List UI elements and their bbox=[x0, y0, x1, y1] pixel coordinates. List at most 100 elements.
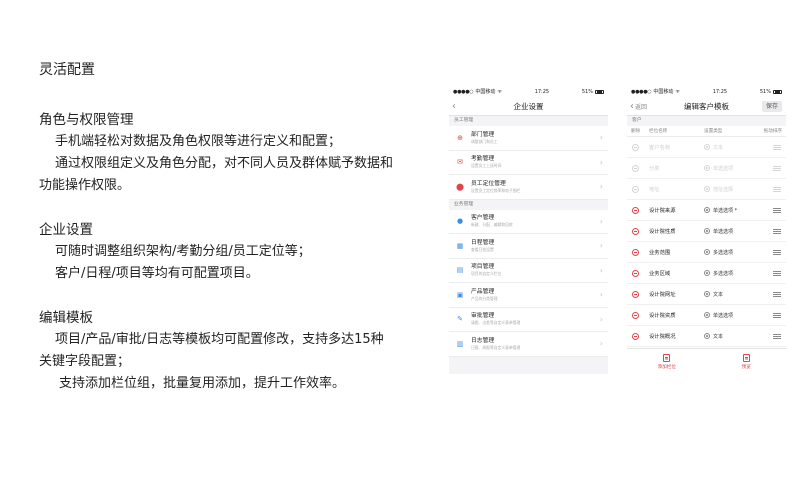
settings-row[interactable]: ✎ 审批管理 请假、出差等自定义表单管理 › bbox=[449, 307, 608, 332]
row-subtitle: 日报、周报等自定义表单管理 bbox=[471, 344, 521, 350]
col-type: 设置类型 bbox=[704, 129, 723, 134]
gear-icon bbox=[704, 270, 710, 276]
battery-label: 51% bbox=[759, 88, 771, 95]
field-type-setting[interactable]: 多选选项 bbox=[704, 249, 762, 256]
minus-circle-icon bbox=[632, 248, 639, 256]
section-heading: 企业设置 bbox=[39, 222, 93, 238]
settings-row[interactable]: ⊕ 部门管理 调整部门和员工 › bbox=[449, 126, 608, 151]
gear-icon bbox=[704, 228, 710, 234]
drag-handle-icon[interactable] bbox=[773, 312, 781, 318]
row-title: 日志管理 bbox=[471, 337, 495, 344]
row-subtitle: 新建、分配、编辑和回款 bbox=[471, 222, 513, 228]
wifi-icon: ᯤ bbox=[675, 88, 680, 95]
gear-icon bbox=[704, 144, 710, 150]
nav-bar: ‹ 返回 编辑客户模板 保存 bbox=[627, 97, 786, 116]
row-subtitle: 调整部门和员工 bbox=[471, 138, 498, 144]
bottom-toolbar: 添加栏位 预览 bbox=[627, 348, 786, 374]
delete-field-button[interactable] bbox=[627, 248, 649, 256]
group-header: 客户 bbox=[627, 116, 786, 126]
delete-field-button[interactable] bbox=[627, 227, 649, 235]
field-name: 客户名称 bbox=[649, 145, 671, 151]
field-name: 设计院概况 bbox=[649, 334, 676, 340]
field-name: 分类 bbox=[649, 166, 660, 172]
signal-icon: ●●●●○ bbox=[453, 88, 474, 95]
settings-row[interactable]: ▣ 产品管理 产品的分类管理 › bbox=[449, 283, 608, 308]
field-name: 设计院性质 bbox=[649, 229, 676, 235]
drag-handle-icon[interactable] bbox=[773, 291, 781, 297]
drag-handle-icon[interactable] bbox=[773, 249, 781, 255]
delete-field-button[interactable] bbox=[627, 311, 649, 319]
section-roles: 角色与权限管理 手机端轻松对数据及角色权限等进行定义和配置； 通过权限组定义及角… bbox=[39, 109, 429, 197]
delete-field-button[interactable] bbox=[627, 269, 649, 277]
field-type-setting[interactable]: 文本 bbox=[704, 333, 762, 340]
chevron-left-icon: ‹ bbox=[452, 100, 456, 112]
row-subtitle: 项目的自定义栏位 bbox=[471, 271, 502, 277]
section-heading: 角色与权限管理 bbox=[39, 112, 134, 128]
drag-handle-icon[interactable] bbox=[773, 333, 781, 339]
col-name: 栏位名称 bbox=[649, 129, 668, 134]
preview-button[interactable]: 预览 bbox=[707, 349, 787, 374]
row-title: 员工定位管理 bbox=[471, 180, 506, 187]
delete-field-button[interactable] bbox=[627, 290, 649, 298]
field-name: 设计院网址 bbox=[649, 292, 676, 298]
settings-row[interactable]: ● 客户管理 新建、分配、编辑和回款 › bbox=[449, 209, 608, 234]
battery-label: 51% bbox=[581, 88, 593, 95]
section-line: 功能操作权限。 bbox=[39, 178, 131, 193]
field-type-setting[interactable]: 多选选项 bbox=[704, 270, 762, 277]
field-row: 业务区域 多选选项 bbox=[627, 263, 786, 284]
save-button[interactable]: 保存 bbox=[761, 101, 782, 112]
delete-field-button[interactable] bbox=[627, 332, 649, 340]
delete-field-button[interactable] bbox=[627, 206, 649, 214]
delete-field-button bbox=[627, 164, 649, 172]
settings-row[interactable]: ▦ 日程管理 查看日程设置 › bbox=[449, 234, 608, 259]
drag-handle-icon bbox=[773, 165, 781, 171]
add-field-button[interactable]: 添加栏位 bbox=[627, 349, 707, 374]
drag-handle-icon[interactable] bbox=[773, 270, 781, 276]
field-type-setting[interactable]: 文本 bbox=[704, 291, 762, 298]
drag-handle-icon[interactable] bbox=[773, 207, 781, 213]
drag-handle-icon bbox=[773, 186, 781, 192]
field-name: 地址 bbox=[649, 187, 660, 193]
section-line: 通过权限组定义及角色分配，对不同人员及群体赋予数据和 bbox=[55, 156, 394, 171]
section-enterprise: 企业设置 可随时调整组织架构/考勤分组/员工定位等； 客户/日程/项目等均有可配… bbox=[39, 219, 429, 285]
delete-field-button bbox=[627, 143, 649, 151]
org-icon: ⊕ bbox=[457, 133, 463, 142]
field-type-label: 单选选项 bbox=[713, 165, 734, 172]
minus-circle-icon bbox=[632, 227, 639, 235]
field-list: 客户名称 文本 分类 单选选项 地址 地址选择 设计院来源 单选选项 * 设计院性质 单选选项 业务… bbox=[627, 137, 786, 347]
field-type-label: 文本 bbox=[713, 333, 724, 340]
tab-label: 添加栏位 bbox=[657, 364, 676, 370]
section-heading: 编辑模板 bbox=[39, 310, 93, 326]
chevron-right-icon: › bbox=[599, 182, 603, 192]
section-line: 可随时调整组织架构/考勤分组/员工定位等； bbox=[55, 244, 311, 259]
box-icon: ▣ bbox=[456, 290, 464, 299]
nav-bar: ‹ 企业设置 bbox=[449, 97, 608, 116]
field-type-setting[interactable]: 单选选项 bbox=[704, 312, 762, 319]
row-title: 审批管理 bbox=[471, 313, 495, 320]
field-type-setting[interactable]: 单选选项 bbox=[704, 228, 762, 235]
field-row: 设计院性质 单选选项 bbox=[627, 221, 786, 242]
minus-circle-icon bbox=[632, 311, 639, 319]
gear-icon bbox=[704, 291, 710, 297]
settings-row[interactable]: ▥ 日志管理 日报、周报等自定义表单管理 › bbox=[449, 332, 608, 357]
chevron-left-icon: ‹ bbox=[630, 100, 634, 112]
description-column: 灵活配置 bbox=[39, 60, 429, 80]
battery-icon bbox=[595, 89, 604, 94]
row-subtitle: 产品的分类管理 bbox=[471, 295, 498, 301]
settings-row[interactable]: ✉ 考勤管理 设置员工上班时间 › bbox=[449, 150, 608, 175]
field-name: 业务范围 bbox=[649, 250, 671, 256]
drag-handle-icon[interactable] bbox=[773, 228, 781, 234]
field-row: 业务范围 多选选项 bbox=[627, 242, 786, 263]
back-button[interactable]: ‹ 返回 bbox=[630, 97, 647, 116]
settings-row[interactable]: ▤ 项目管理 项目的自定义栏位 › bbox=[449, 258, 608, 283]
gear-icon bbox=[704, 186, 710, 192]
signal-icon: ●●●●○ bbox=[631, 88, 652, 95]
row-subtitle: 设置员工定位频率和电子围栏 bbox=[471, 187, 521, 193]
field-type-setting[interactable]: 单选选项 * bbox=[704, 207, 762, 214]
phone-edit-template: ●●●●○ 中国移动 ᯤ 17:25 51% ‹ 返回 编辑客户模板 保存 客户… bbox=[627, 86, 786, 374]
row-subtitle: 请假、出差等自定义表单管理 bbox=[471, 320, 521, 326]
field-name: 业务区域 bbox=[649, 271, 671, 277]
back-button[interactable]: ‹ bbox=[452, 97, 456, 116]
group-header: 业务管理 bbox=[449, 199, 608, 210]
settings-row[interactable]: ⬤ 员工定位管理 设置员工定位频率和电子围栏 › bbox=[449, 175, 608, 200]
